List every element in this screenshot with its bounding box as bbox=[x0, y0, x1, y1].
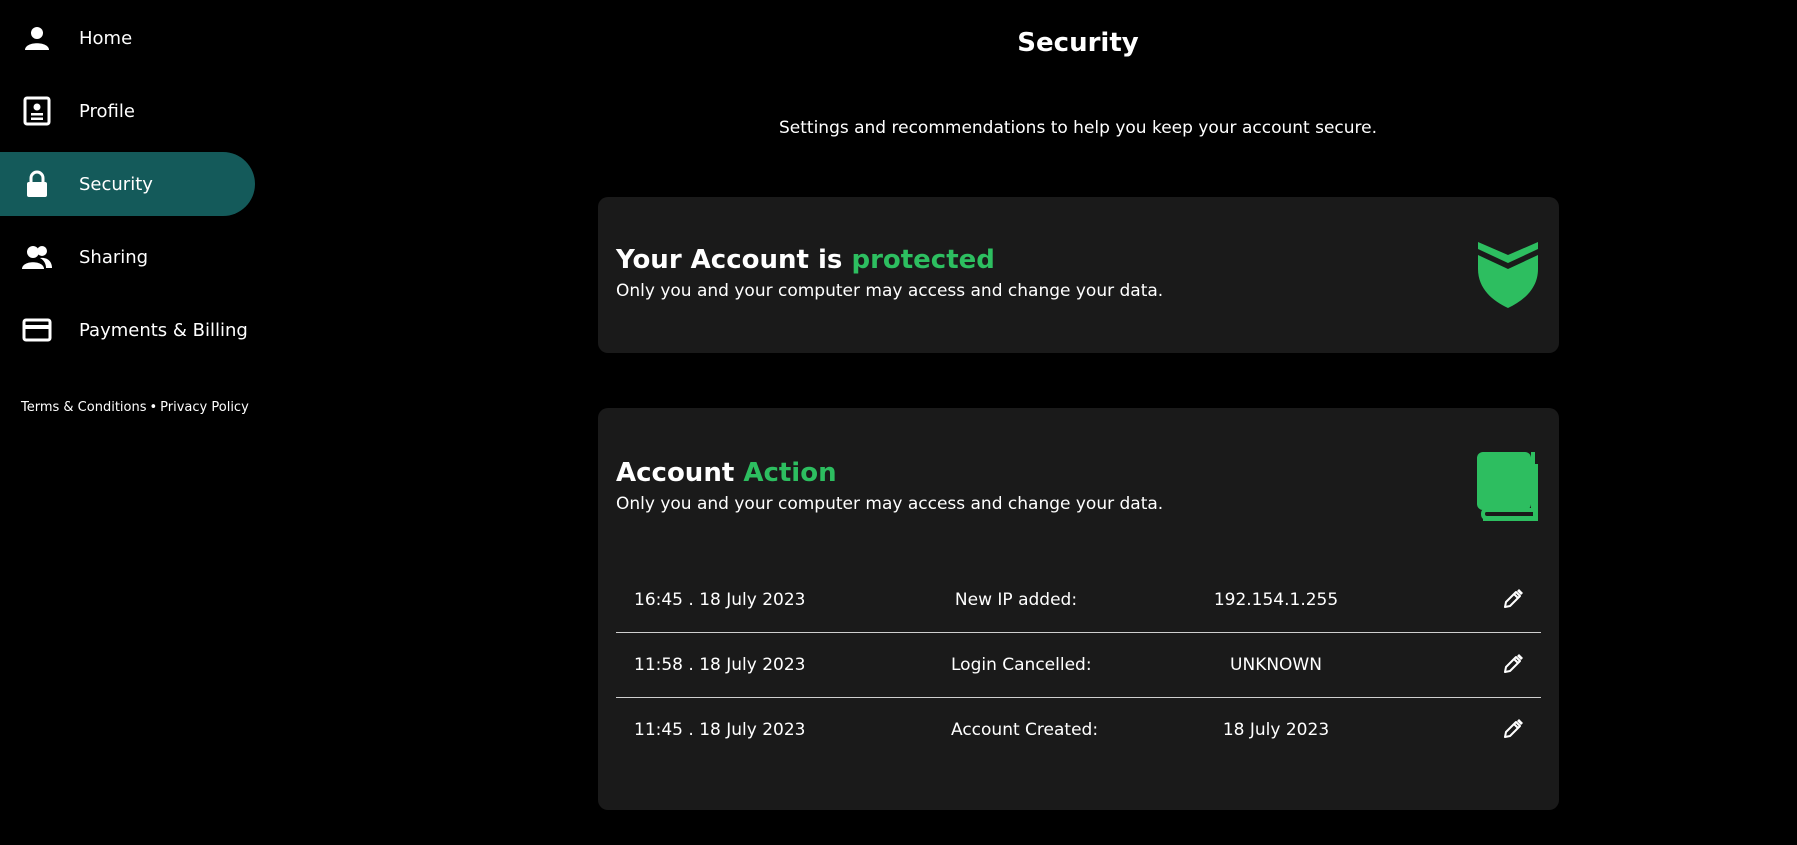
account-actions-table: 16:45 . 18 July 2023 New IP added: 192.1… bbox=[616, 568, 1541, 762]
sidebar-item-label: Sharing bbox=[79, 246, 149, 268]
status-heading: Your Account is protected bbox=[616, 245, 995, 275]
status-heading-accent: protected bbox=[851, 245, 995, 275]
pencil-icon[interactable] bbox=[1501, 652, 1525, 676]
sidebar-item-profile[interactable]: Profile bbox=[0, 79, 255, 143]
action-time: 11:58 . 18 July 2023 bbox=[634, 655, 806, 675]
pencil-icon[interactable] bbox=[1501, 587, 1525, 611]
sidebar-item-sharing[interactable]: Sharing bbox=[0, 225, 255, 289]
pencil-icon[interactable] bbox=[1501, 717, 1525, 741]
action-heading: Account Action bbox=[616, 458, 837, 488]
page-subtitle: Settings and recommendations to help you… bbox=[778, 118, 1377, 138]
action-time: 16:45 . 18 July 2023 bbox=[634, 590, 806, 610]
sidebar-item-home[interactable]: Home bbox=[0, 6, 255, 70]
user-icon bbox=[22, 23, 52, 53]
action-value: UNKNOWN bbox=[1230, 655, 1322, 675]
table-row: 11:45 . 18 July 2023 Account Created: 18… bbox=[616, 698, 1541, 762]
sidebar-item-security[interactable]: Security bbox=[0, 152, 255, 216]
action-type: Account Created: bbox=[951, 720, 1099, 740]
shield-icon bbox=[1477, 241, 1539, 313]
lock-icon bbox=[22, 169, 52, 199]
book-icon bbox=[1477, 452, 1539, 526]
account-status-card: Your Account is protected Only you and y… bbox=[598, 197, 1559, 353]
sidebar-item-label: Profile bbox=[79, 100, 135, 122]
action-value: 192.154.1.255 bbox=[1213, 590, 1339, 610]
terms-link[interactable]: Terms & Conditions bbox=[21, 400, 147, 415]
sidebar-item-label: Payments & Billing bbox=[79, 319, 248, 341]
action-time: 11:45 . 18 July 2023 bbox=[634, 720, 806, 740]
profile-card-icon bbox=[22, 96, 52, 126]
table-row: 16:45 . 18 July 2023 New IP added: 192.1… bbox=[616, 568, 1541, 633]
status-description: Only you and your computer may access an… bbox=[616, 281, 1164, 301]
credit-card-icon bbox=[22, 315, 52, 345]
users-icon bbox=[22, 242, 52, 272]
action-description: Only you and your computer may access an… bbox=[616, 494, 1164, 514]
action-type: Login Cancelled: bbox=[951, 655, 1092, 675]
sidebar: Home Profile Security Sharing Payments &… bbox=[0, 0, 260, 845]
action-value: 18 July 2023 bbox=[1222, 720, 1330, 740]
status-heading-prefix: Your Account is bbox=[616, 245, 843, 275]
footer-separator: • bbox=[149, 400, 158, 415]
action-type: New IP added: bbox=[954, 590, 1078, 610]
footer-links: Terms & Conditions • Privacy Policy bbox=[21, 400, 249, 415]
sidebar-item-label: Home bbox=[79, 27, 133, 49]
sidebar-item-payments[interactable]: Payments & Billing bbox=[0, 298, 255, 362]
account-action-card: Account Action Only you and your compute… bbox=[598, 408, 1559, 810]
action-heading-prefix: Account bbox=[616, 458, 735, 488]
table-row: 11:58 . 18 July 2023 Login Cancelled: UN… bbox=[616, 633, 1541, 698]
sidebar-item-label: Security bbox=[79, 173, 153, 195]
action-heading-accent: Action bbox=[743, 458, 837, 488]
privacy-link[interactable]: Privacy Policy bbox=[160, 400, 249, 415]
page-title: Security bbox=[1017, 28, 1139, 58]
